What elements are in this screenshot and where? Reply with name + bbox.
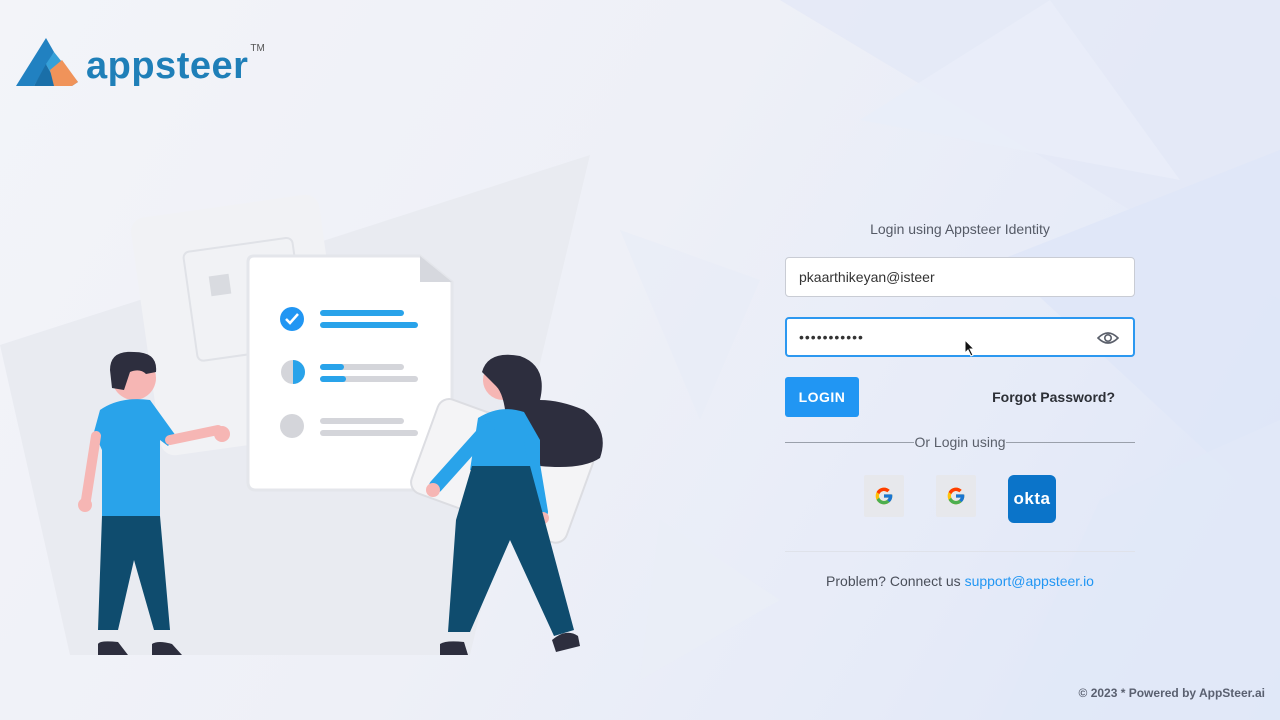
login-illustration <box>0 155 603 655</box>
separator <box>785 551 1135 552</box>
show-password-eye-icon[interactable] <box>1097 330 1119 346</box>
footer-copyright: © 2023 * Powered by AppSteer.ai <box>1078 686 1265 700</box>
brand-name: appsteer <box>86 45 249 87</box>
support-email-link[interactable]: support@appsteer.io <box>965 573 1094 589</box>
login-panel: Login using Appsteer Identity LOGIN Forg… <box>785 216 1135 589</box>
password-field[interactable] <box>785 317 1135 357</box>
forgot-password-link[interactable]: Forgot Password? <box>992 389 1115 405</box>
google-icon <box>947 487 965 505</box>
support-text: Problem? Connect us <box>826 573 961 589</box>
support-line: Problem? Connect us support@appsteer.io <box>785 573 1135 589</box>
google-login-button[interactable] <box>864 475 904 517</box>
mouse-cursor-icon <box>964 339 976 357</box>
google-icon <box>875 487 893 505</box>
login-button[interactable]: LOGIN <box>785 377 859 417</box>
email-input[interactable] <box>786 258 1089 296</box>
google-workspace-login-button[interactable] <box>936 475 976 517</box>
login-title: Login using Appsteer Identity <box>870 221 1050 237</box>
okta-icon: okta <box>1013 489 1051 508</box>
or-login-using-divider: Or Login using <box>785 434 1135 452</box>
okta-login-button[interactable]: okta <box>1008 475 1056 523</box>
password-input[interactable] <box>787 319 1089 355</box>
brand-logo: appsteer TM <box>14 36 265 88</box>
trademark: TM <box>250 43 265 54</box>
divider-line <box>1006 442 1135 443</box>
appsteer-logo-icon <box>16 38 78 86</box>
email-field[interactable] <box>785 257 1135 297</box>
